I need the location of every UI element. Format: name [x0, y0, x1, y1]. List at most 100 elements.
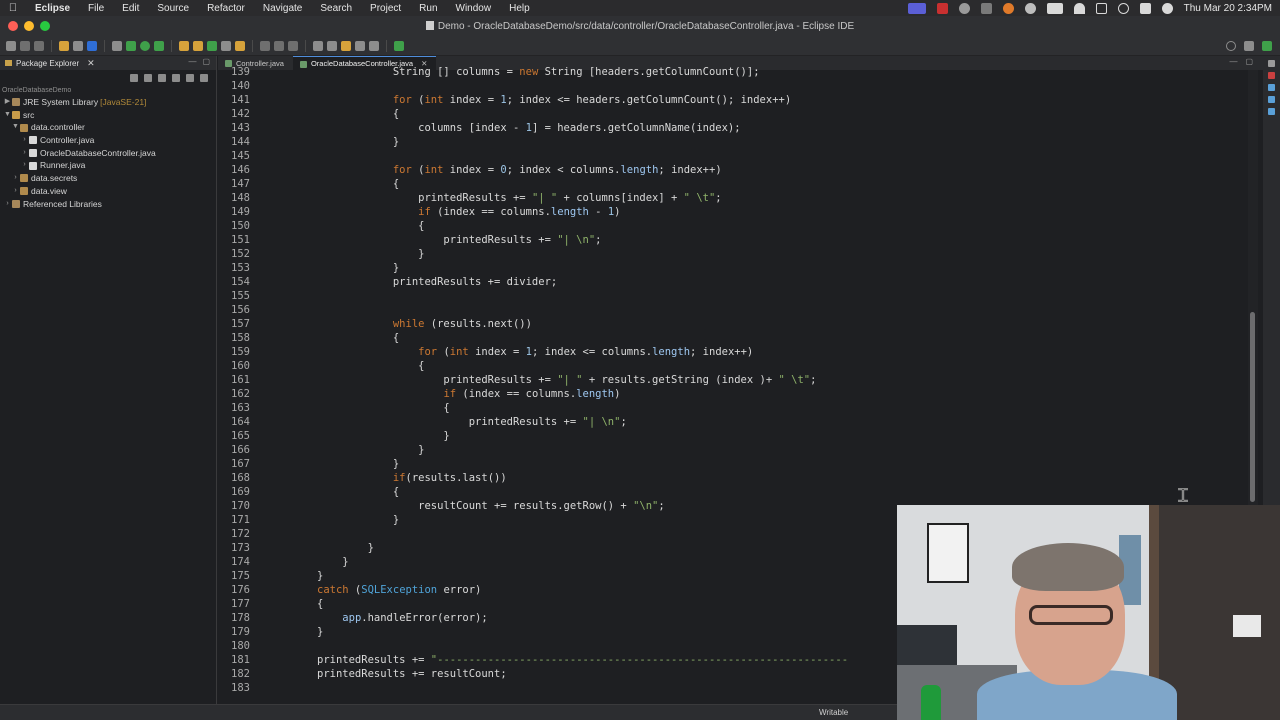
apple-icon[interactable]: : [0, 2, 26, 14]
control-center-icon[interactable]: [1139, 2, 1151, 14]
tree-item-label: Referenced Libraries: [23, 198, 102, 209]
menu-file[interactable]: File: [79, 3, 113, 14]
tree-item-jre[interactable]: ▶ JRE System Library [JavaSE-21]: [0, 96, 216, 109]
project-name[interactable]: OracleDatabaseDemo: [0, 86, 216, 96]
menu-eclipse[interactable]: Eclipse: [26, 3, 79, 14]
webcam-sign: [1233, 615, 1261, 637]
library-icon: [12, 98, 20, 107]
chevron-right-icon[interactable]: ›: [20, 147, 29, 160]
chevron-right-icon[interactable]: ›: [20, 159, 29, 172]
menu-search[interactable]: Search: [311, 3, 361, 14]
java-perspective-icon[interactable]: [1262, 40, 1272, 51]
chevron-right-icon[interactable]: ▶: [3, 96, 12, 109]
user-icon[interactable]: [1161, 2, 1173, 14]
declaration-icon[interactable]: [1268, 96, 1275, 103]
screen-record-icon[interactable]: [907, 2, 926, 14]
code-line: 159 for (int index = 1; index <= columns…: [231, 346, 754, 358]
quick-access-icon[interactable]: [1226, 40, 1236, 51]
javadoc-icon[interactable]: [1268, 84, 1275, 91]
new-java-project-icon[interactable]: [179, 40, 189, 51]
chevron-right-icon[interactable]: ›: [20, 134, 29, 147]
forward-icon[interactable]: [369, 40, 379, 51]
firefox-icon[interactable]: [1002, 2, 1014, 14]
search-toolbar-icon[interactable]: [235, 40, 245, 51]
new-icon[interactable]: [6, 40, 16, 51]
last-edit-icon[interactable]: [341, 40, 351, 51]
pin-editor-icon[interactable]: [394, 40, 404, 51]
tree-item-data-view[interactable]: › data.view: [0, 185, 216, 198]
scrollbar-thumb[interactable]: [1250, 312, 1255, 502]
back-icon[interactable]: [355, 40, 365, 51]
menubar-clock[interactable]: Thu Mar 20 2:34PM: [1184, 3, 1272, 14]
maximize-view-icon[interactable]: ▢: [202, 57, 210, 66]
menu-project[interactable]: Project: [361, 3, 410, 14]
search-icon[interactable]: [1117, 2, 1129, 14]
code-line: 169 {: [231, 486, 400, 498]
debug-icon[interactable]: [126, 40, 136, 51]
code-line: 147 {: [231, 178, 400, 190]
chevron-down-icon[interactable]: ▼: [3, 109, 12, 122]
save-icon[interactable]: [20, 40, 30, 51]
toggle-mark-occurrences-icon[interactable]: [260, 40, 270, 51]
forward-nav-icon[interactable]: [144, 74, 152, 82]
app-status-icon[interactable]: [936, 2, 948, 14]
package-explorer-tab[interactable]: Package Explorer ✕ — ▢: [0, 56, 216, 70]
block-selection-icon[interactable]: [274, 40, 284, 51]
library-icon: [12, 199, 20, 208]
code-line: 160 {: [231, 360, 425, 372]
menu-refactor[interactable]: Refactor: [198, 3, 254, 14]
next-annotation-icon[interactable]: [313, 40, 323, 51]
headphones-icon[interactable]: [1024, 2, 1036, 14]
link-with-editor-icon[interactable]: [186, 74, 194, 82]
webcam-monitor: [897, 625, 957, 670]
minimize-view-icon[interactable]: —: [188, 57, 196, 66]
battery-icon[interactable]: [1046, 2, 1063, 14]
chevron-right-icon[interactable]: ›: [11, 185, 20, 198]
redo-icon[interactable]: [73, 40, 83, 51]
console-icon[interactable]: [1268, 108, 1275, 115]
undo-icon[interactable]: [59, 40, 69, 51]
package-explorer-icon: [5, 60, 12, 66]
source-folder-icon: [12, 111, 20, 120]
save-all-icon[interactable]: [34, 40, 44, 51]
collapse-all-icon[interactable]: [172, 74, 180, 82]
restore-icon[interactable]: [1268, 60, 1275, 67]
menu-run[interactable]: Run: [410, 3, 446, 14]
terminal-icon[interactable]: [87, 40, 97, 51]
menu-edit[interactable]: Edit: [113, 3, 148, 14]
tree-item-src[interactable]: ▼ src: [0, 109, 216, 122]
cloud-icon[interactable]: [980, 2, 992, 14]
menu-window[interactable]: Window: [447, 3, 501, 14]
run-config-icon[interactable]: [154, 40, 164, 51]
open-type-icon[interactable]: [221, 40, 231, 51]
new-class-icon[interactable]: [207, 40, 217, 51]
tree-item-referenced-libraries[interactable]: › Referenced Libraries: [0, 198, 216, 211]
menu-navigate[interactable]: Navigate: [254, 3, 311, 14]
wifi-icon[interactable]: [1073, 2, 1085, 14]
run-icon[interactable]: [140, 40, 150, 51]
back-nav-icon[interactable]: [130, 74, 138, 82]
skip-breakpoints-icon[interactable]: [112, 40, 122, 51]
code-line: 150 {: [231, 220, 425, 232]
tree-item-oracle-controller-java[interactable]: › OracleDatabaseController.java: [0, 147, 216, 160]
menu-source[interactable]: Source: [148, 3, 198, 14]
chevron-right-icon[interactable]: ›: [3, 198, 12, 211]
chrome-icon[interactable]: [958, 2, 970, 14]
webcam-person-glasses: [1029, 605, 1113, 625]
show-whitespace-icon[interactable]: [288, 40, 298, 51]
previous-annotation-icon[interactable]: [327, 40, 337, 51]
tree-item-controller-java[interactable]: › Controller.java: [0, 134, 216, 147]
chevron-down-icon[interactable]: ▼: [11, 121, 20, 134]
chevron-right-icon[interactable]: ›: [11, 172, 20, 185]
menu-help[interactable]: Help: [500, 3, 539, 14]
perspective-icon[interactable]: [1244, 40, 1254, 51]
new-package-icon[interactable]: [193, 40, 203, 51]
tree-item-runner-java[interactable]: › Runner.java: [0, 159, 216, 172]
view-menu-icon[interactable]: [200, 74, 208, 82]
up-nav-icon[interactable]: [158, 74, 166, 82]
window-icon[interactable]: [1095, 2, 1107, 14]
problems-icon[interactable]: [1268, 72, 1275, 79]
tree-item-data-controller[interactable]: ▼ data.controller: [0, 121, 216, 134]
close-icon[interactable]: ✕: [87, 58, 95, 69]
tree-item-data-secrets[interactable]: › data.secrets: [0, 172, 216, 185]
